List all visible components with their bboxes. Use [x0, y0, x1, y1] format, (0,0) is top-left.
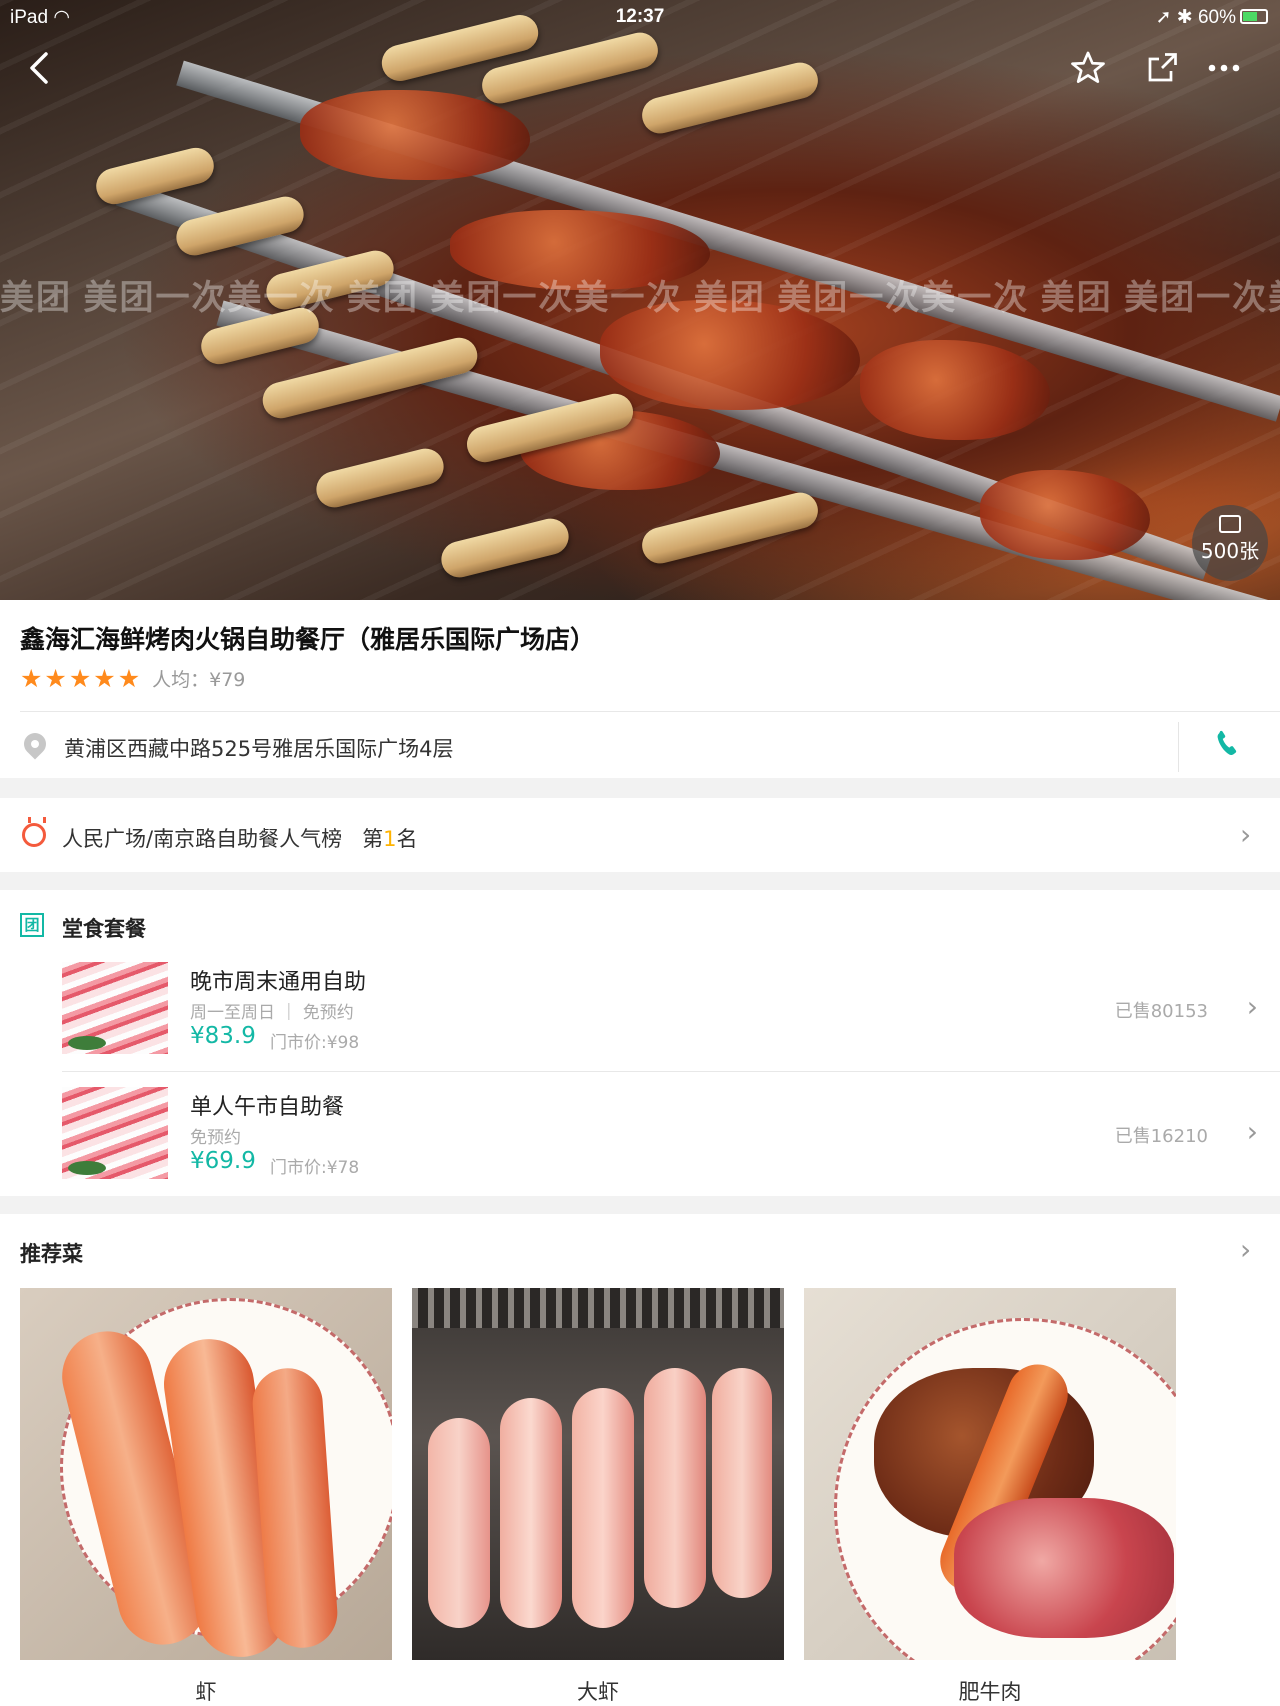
deals-title: 堂食套餐 [62, 917, 146, 941]
image-icon [1219, 515, 1241, 533]
deal-thumbnail [62, 1087, 168, 1179]
group-buy-icon: 团 [20, 913, 44, 937]
phone-icon [1217, 730, 1237, 755]
deal-market-price: 门市价:¥78 [270, 1158, 360, 1178]
dish-photo[interactable] [412, 1288, 784, 1660]
more-button[interactable] [1200, 44, 1248, 92]
star-rating: ★★★★★ [20, 664, 142, 693]
battery-percent: ➚ ✱ 60% [1155, 7, 1236, 28]
deal-sold-count: 已售80153 [1114, 1001, 1208, 1022]
deal-name: 单人午市自助餐 [190, 1095, 345, 1120]
deal-name: 晚市周末通用自助 [190, 970, 367, 995]
dish-name: 肥牛肉 [958, 1680, 1022, 1704]
avg-price: 人均：¥79 [152, 669, 246, 691]
hero-watermark: 美团 美团一次美一次 美团 美团一次美一次 美团 美团一次美一次 美团 美团一次… [0, 279, 1280, 317]
medal-icon [22, 817, 46, 847]
dish-name: 大虾 [577, 1680, 619, 1704]
recommended-more-button[interactable]: › [1240, 1233, 1251, 1266]
back-button[interactable] [16, 44, 64, 92]
star-icon: ★ [44, 664, 67, 693]
deal-price: ¥83.9 [190, 1023, 256, 1049]
photo-count-label: 500张 [1200, 539, 1260, 563]
deal-item[interactable]: 晚市周末通用自助 周一至周日 ｜ 免预约 ¥83.9 门市价:¥98 已售801… [0, 960, 1280, 1080]
clock: 12:37 [615, 6, 665, 27]
chevron-right-icon: › [1246, 1115, 1258, 1148]
more-dots-icon [1208, 64, 1240, 72]
star-icon: ★ [68, 664, 92, 693]
star-icon: ★ [117, 664, 141, 693]
divider [20, 711, 1280, 712]
share-button[interactable] [1138, 44, 1186, 92]
divider [62, 1071, 1280, 1072]
photo-count-button[interactable]: 500张 [1192, 505, 1268, 581]
deal-item[interactable]: 单人午市自助餐 免预约 ¥69.9 门市价:¥78 已售16210 › [0, 1085, 1280, 1205]
rating-row: ★★★★★ 人均：¥79 [20, 664, 245, 693]
deal-thumbnail [62, 962, 168, 1054]
favorite-button[interactable] [1064, 44, 1112, 92]
dish-photo[interactable] [804, 1288, 1176, 1660]
deal-market-price: 门市价:¥98 [270, 1033, 360, 1053]
chevron-right-icon: › [1240, 818, 1252, 851]
dish-name: 虾 [195, 1680, 217, 1704]
chevron-left-icon [30, 52, 48, 84]
address-text: 黄浦区西藏中路525号雅居乐国际广场4层 [64, 737, 454, 761]
star-icon [1071, 51, 1105, 83]
deal-price: ¥69.9 [190, 1148, 256, 1174]
deal-subtitle: 周一至周日 ｜ 免预约 [190, 1003, 354, 1023]
star-icon: ★ [93, 664, 116, 693]
battery-icon [1240, 9, 1268, 24]
status-bar: iPad ◠ 12:37 ➚ ✱ 60% [0, 0, 1280, 36]
star-icon: ★ [20, 664, 43, 693]
phone-button[interactable] [1212, 726, 1242, 769]
ranking-text: 人民广场/南京路自助餐人气榜 第1名 [62, 827, 418, 851]
recommended-title: 推荐菜 [20, 1242, 83, 1266]
chevron-right-icon: › [1246, 990, 1258, 1023]
deal-sold-count: 已售16210 [1114, 1126, 1208, 1147]
share-icon [1148, 53, 1177, 82]
shop-name: 鑫海汇海鲜烤肉火锅自助餐厅（雅居乐国际广场店） [20, 625, 596, 654]
divider [1178, 722, 1179, 772]
dish-photo[interactable] [20, 1288, 392, 1660]
deal-subtitle: 免预约 [190, 1128, 241, 1148]
